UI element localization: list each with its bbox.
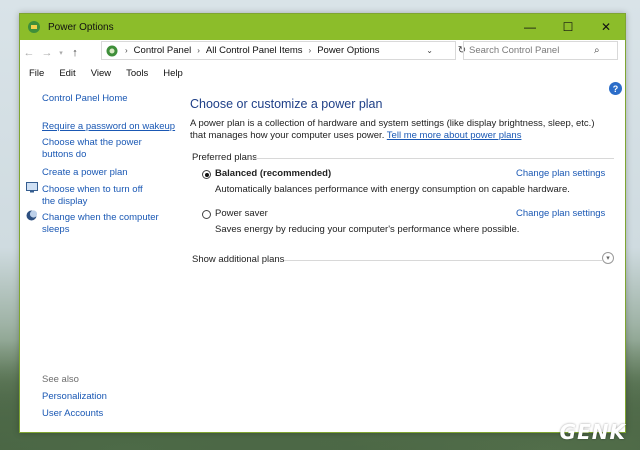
additional-plans-divider [284,260,602,261]
breadcrumb-separator-icon[interactable]: › [197,46,200,55]
address-bar[interactable]: › Control Panel › All Control Panel Item… [101,41,466,60]
see-also-label: See also [42,374,79,385]
search-icon[interactable]: ⌕ [594,45,600,56]
personalization-link[interactable]: Personalization [42,391,107,402]
breadcrumb-power-options[interactable]: Power Options [317,45,379,56]
power-options-window: Power Options — ☐ ✕ ← → ▾ ↑ › Control Pa… [19,13,626,433]
control-panel-home-link[interactable]: Control Panel Home [42,93,128,104]
breadcrumb-separator-icon[interactable]: › [309,46,312,55]
genk-watermark: GENK [559,420,626,444]
balanced-change-settings-link[interactable]: Change plan settings [516,168,605,179]
power-saver-radio[interactable] [202,210,211,219]
show-additional-plans-label[interactable]: Show additional plans [192,254,284,265]
power-options-icon [28,21,40,33]
page-title: Choose or customize a power plan [190,97,383,111]
sidebar-item-turn-off-display[interactable]: Choose when to turn off the display [42,184,154,208]
menu-file[interactable]: File [29,68,44,79]
close-button[interactable]: ✕ [587,14,625,40]
main-content: Choose or customize a power plan A power… [190,84,615,432]
breadcrumb-control-panel[interactable]: Control Panel [134,45,192,56]
preferred-plans-label: Preferred plans [192,152,257,163]
address-dropdown-icon[interactable]: ⌄ [426,46,433,55]
sidebar-item-power-buttons[interactable]: Choose what the power buttons do [42,137,154,161]
sidebar-item-require-password[interactable]: Require a password on wakeup [42,121,175,132]
expand-chevron-icon[interactable]: ▾ [602,252,614,264]
sidebar-item-create-plan[interactable]: Create a power plan [42,167,128,178]
menu-help[interactable]: Help [163,68,183,79]
tell-me-more-link[interactable]: Tell me more about power plans [387,130,522,141]
user-accounts-link[interactable]: User Accounts [42,408,103,419]
balanced-radio[interactable] [202,170,211,179]
minimize-button[interactable]: — [511,14,549,40]
breadcrumb-separator-icon[interactable]: › [125,46,128,55]
control-panel-icon [106,45,118,56]
search-box[interactable]: ⌕ [463,41,618,60]
balanced-plan-description: Automatically balances performance with … [215,184,570,195]
back-arrow-icon[interactable]: ← [20,47,38,59]
preferred-plans-divider [252,158,614,159]
intro-text: A power plan is a collection of hardware… [190,118,610,142]
up-arrow-icon[interactable]: ↑ [66,47,84,59]
moon-icon [26,210,37,221]
menu-bar: File Edit View Tools Help [20,64,189,82]
menu-tools[interactable]: Tools [126,68,148,79]
monitor-icon [26,182,38,193]
power-saver-plan-description: Saves energy by reducing your computer's… [215,224,520,235]
window-title: Power Options [48,21,114,33]
sidebar-item-computer-sleeps[interactable]: Change when the computer sleeps [42,212,160,236]
left-pane: Control Panel Home Require a password on… [20,84,180,432]
menu-view[interactable]: View [91,68,111,79]
forward-arrow-icon[interactable]: → [38,47,56,59]
maximize-button[interactable]: ☐ [549,14,587,40]
power-saver-plan-name[interactable]: Power saver [215,208,268,219]
power-saver-change-settings-link[interactable]: Change plan settings [516,208,605,219]
menu-edit[interactable]: Edit [59,68,75,79]
balanced-plan-name[interactable]: Balanced (recommended) [215,168,331,179]
title-bar[interactable]: Power Options — ☐ ✕ [20,14,625,40]
search-input[interactable] [469,45,594,56]
breadcrumb-all-items[interactable]: All Control Panel Items [206,45,303,56]
recent-locations-chevron-icon[interactable]: ▾ [56,49,66,57]
